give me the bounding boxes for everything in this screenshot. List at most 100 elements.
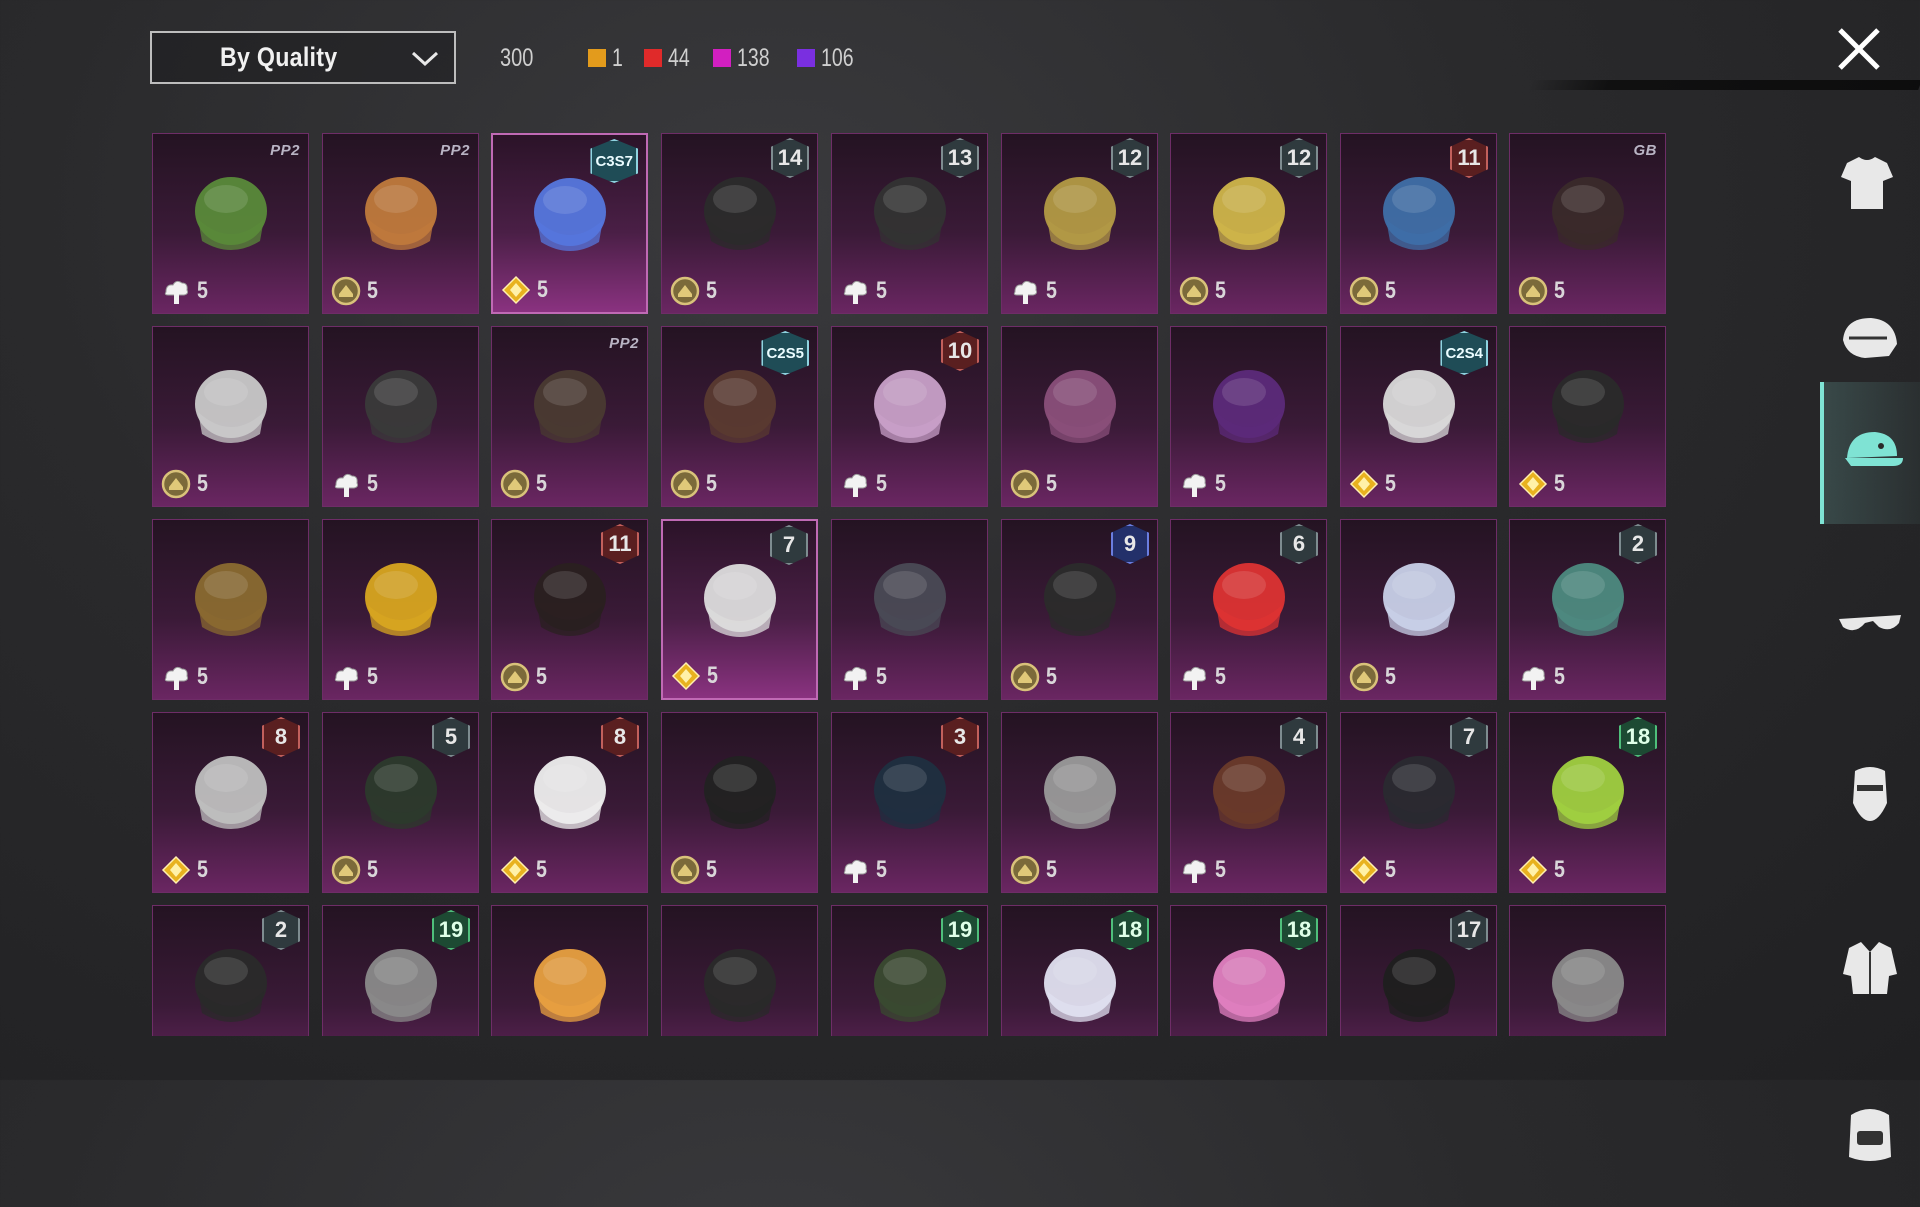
inventory-item[interactable] bbox=[661, 905, 818, 1036]
inventory-item[interactable]: 85 bbox=[152, 712, 309, 893]
inventory-item[interactable]: 17 bbox=[1340, 905, 1497, 1036]
inventory-item[interactable]: 19 bbox=[322, 905, 479, 1036]
item-price: 5 bbox=[1177, 853, 1228, 887]
series-tag: PP2 bbox=[609, 335, 639, 352]
diamond-currency-icon bbox=[498, 853, 532, 887]
inventory-item[interactable]: 12 5 bbox=[1170, 133, 1327, 314]
inventory-item[interactable] bbox=[491, 905, 648, 1036]
sort-dropdown[interactable]: By Quality bbox=[150, 31, 456, 84]
category-tab[interactable] bbox=[1820, 1065, 1920, 1207]
inventory-item[interactable] bbox=[1509, 905, 1666, 1036]
coin-currency-icon bbox=[1008, 467, 1042, 501]
inventory-item[interactable]: 5 bbox=[661, 712, 818, 893]
inventory-item[interactable]: 75 bbox=[1340, 712, 1497, 893]
top-hat-hair-icon bbox=[1510, 337, 1665, 467]
cloud-currency-icon bbox=[1177, 660, 1211, 694]
inventory-item[interactable]: PP2 5 bbox=[152, 133, 309, 314]
series-tag: PP2 bbox=[440, 142, 470, 159]
item-price: 5 bbox=[1516, 660, 1567, 694]
item-price: 5 bbox=[838, 467, 889, 501]
inventory-item[interactable]: 35 bbox=[831, 712, 988, 893]
inventory-item[interactable]: 55 bbox=[322, 712, 479, 893]
inventory-item[interactable]: 11 5 bbox=[491, 519, 648, 700]
inventory-item[interactable]: 12 5 bbox=[1001, 133, 1158, 314]
kendo-mask-icon bbox=[662, 723, 817, 853]
inventory-item[interactable]: 85 bbox=[491, 712, 648, 893]
inventory-item[interactable]: 5 bbox=[152, 326, 309, 507]
quality-count-value: 1 bbox=[611, 43, 623, 72]
inventory-item[interactable]: 5 bbox=[1170, 326, 1327, 507]
jacket-icon bbox=[1835, 934, 1905, 1009]
inventory-item[interactable]: 18 bbox=[1001, 905, 1158, 1036]
coin-currency-icon bbox=[668, 467, 702, 501]
grey-hair-icon bbox=[1002, 723, 1157, 853]
inventory-item[interactable]: 5 bbox=[322, 326, 479, 507]
diamond-currency-icon bbox=[669, 659, 703, 693]
item-price: 5 bbox=[1008, 660, 1059, 694]
inventory-item[interactable]: 2 bbox=[152, 905, 309, 1036]
category-tab[interactable] bbox=[1820, 382, 1920, 524]
inventory-item[interactable]: 19 bbox=[831, 905, 988, 1036]
inventory-item[interactable]: 14 5 bbox=[661, 133, 818, 314]
inventory-item[interactable]: PP2 5 bbox=[491, 326, 648, 507]
series-tag: GB bbox=[1633, 142, 1657, 159]
inventory-item[interactable]: C3S7 5 bbox=[491, 133, 648, 314]
inventory-item[interactable]: 13 5 bbox=[831, 133, 988, 314]
category-tab[interactable] bbox=[1820, 900, 1920, 1042]
quality-count: 44 bbox=[643, 44, 696, 73]
cloud-currency-icon bbox=[838, 274, 872, 308]
inventory-item[interactable]: 18 bbox=[1170, 905, 1327, 1036]
inventory-item[interactable]: 5 bbox=[1509, 326, 1666, 507]
inventory-item[interactable]: 75 bbox=[661, 519, 818, 700]
inventory-item[interactable]: GB 5 bbox=[1509, 133, 1666, 314]
inventory-item[interactable]: 5 bbox=[152, 519, 309, 700]
coin-currency-icon bbox=[1347, 660, 1381, 694]
item-price: 5 bbox=[1516, 274, 1567, 308]
item-count: 5 bbox=[1046, 856, 1057, 883]
inventory-item[interactable]: 5 bbox=[322, 519, 479, 700]
category-tab[interactable] bbox=[1820, 555, 1920, 697]
close-icon[interactable] bbox=[1834, 24, 1884, 74]
diamond-currency-icon bbox=[499, 273, 533, 307]
item-count: 5 bbox=[197, 277, 208, 304]
inventory-item[interactable]: 18 5 bbox=[1509, 712, 1666, 893]
item-price: 5 bbox=[1008, 853, 1059, 887]
inventory-item[interactable]: C2S5 5 bbox=[661, 326, 818, 507]
diamond-currency-icon bbox=[159, 853, 193, 887]
item-price: 5 bbox=[838, 660, 889, 694]
inventory-item[interactable]: PP2 5 bbox=[322, 133, 479, 314]
item-price: 5 bbox=[498, 660, 549, 694]
inventory-item[interactable]: 45 bbox=[1170, 712, 1327, 893]
series-tag: PP2 bbox=[270, 142, 300, 159]
backpack-icon bbox=[1835, 1099, 1905, 1174]
coin-currency-icon bbox=[329, 853, 363, 887]
item-count: 5 bbox=[1046, 663, 1057, 690]
coin-currency-icon bbox=[1347, 274, 1381, 308]
inventory-item[interactable]: 65 bbox=[1170, 519, 1327, 700]
pirate-hat-icon bbox=[153, 530, 308, 660]
inventory-item[interactable]: 5 bbox=[1001, 712, 1158, 893]
ice-crown-icon bbox=[1341, 530, 1496, 660]
inventory-item[interactable]: 5 bbox=[1340, 519, 1497, 700]
quality-count: 106 bbox=[797, 44, 863, 73]
inventory-item[interactable]: 10 5 bbox=[831, 326, 988, 507]
item-count: 5 bbox=[367, 277, 378, 304]
item-price: 5 bbox=[1177, 660, 1228, 694]
inventory-item[interactable]: 5 bbox=[831, 519, 988, 700]
item-price: 5 bbox=[838, 853, 889, 887]
inventory-item[interactable]: 95 bbox=[1001, 519, 1158, 700]
item-count: 5 bbox=[1554, 856, 1565, 883]
item-count: 5 bbox=[706, 470, 717, 497]
inventory-item[interactable]: 5 bbox=[1001, 326, 1158, 507]
item-price: 5 bbox=[1008, 467, 1059, 501]
brush-stroke-decoration bbox=[1528, 80, 1920, 90]
inventory-item[interactable]: 11 5 bbox=[1340, 133, 1497, 314]
item-price: 5 bbox=[159, 274, 210, 308]
category-tab[interactable] bbox=[1820, 725, 1920, 867]
item-count: 5 bbox=[706, 277, 717, 304]
inventory-item[interactable]: C2S4 5 bbox=[1340, 326, 1497, 507]
category-tab[interactable] bbox=[1820, 115, 1920, 257]
inventory-item[interactable]: 25 bbox=[1509, 519, 1666, 700]
coin-currency-icon bbox=[668, 853, 702, 887]
quality-swatch bbox=[587, 49, 606, 67]
